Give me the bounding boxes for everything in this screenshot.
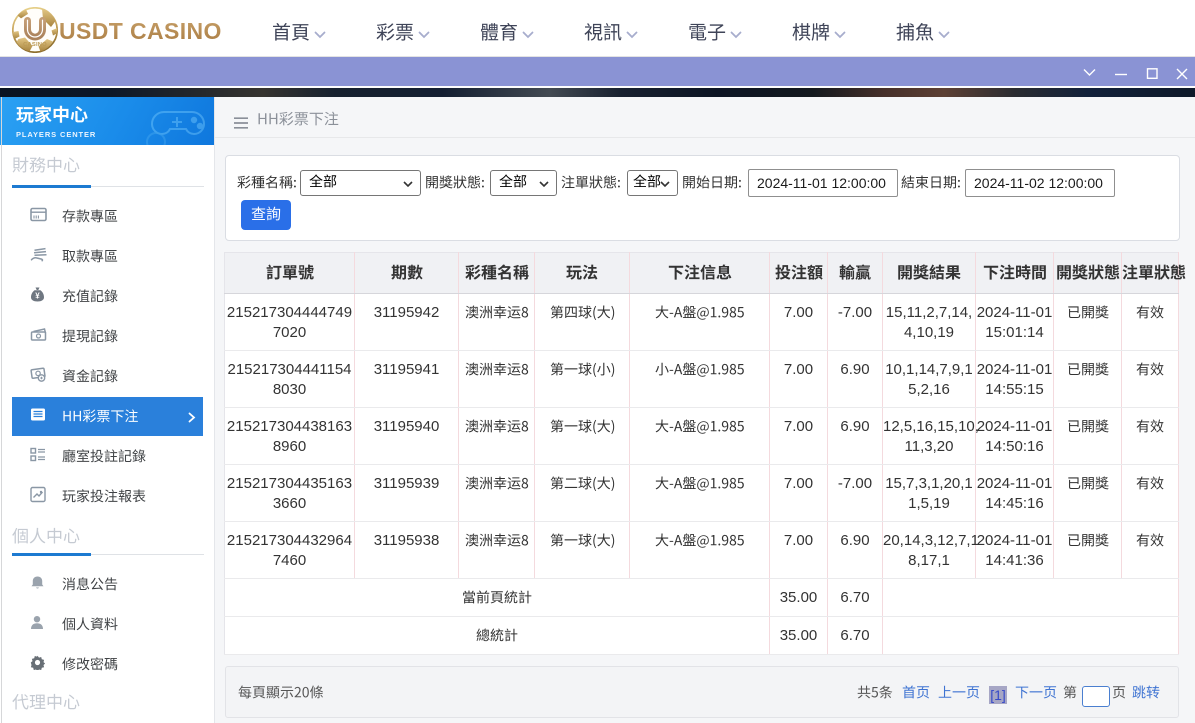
svg-text:CASINO: CASINO <box>23 42 47 48</box>
svg-text:¥: ¥ <box>35 292 40 301</box>
